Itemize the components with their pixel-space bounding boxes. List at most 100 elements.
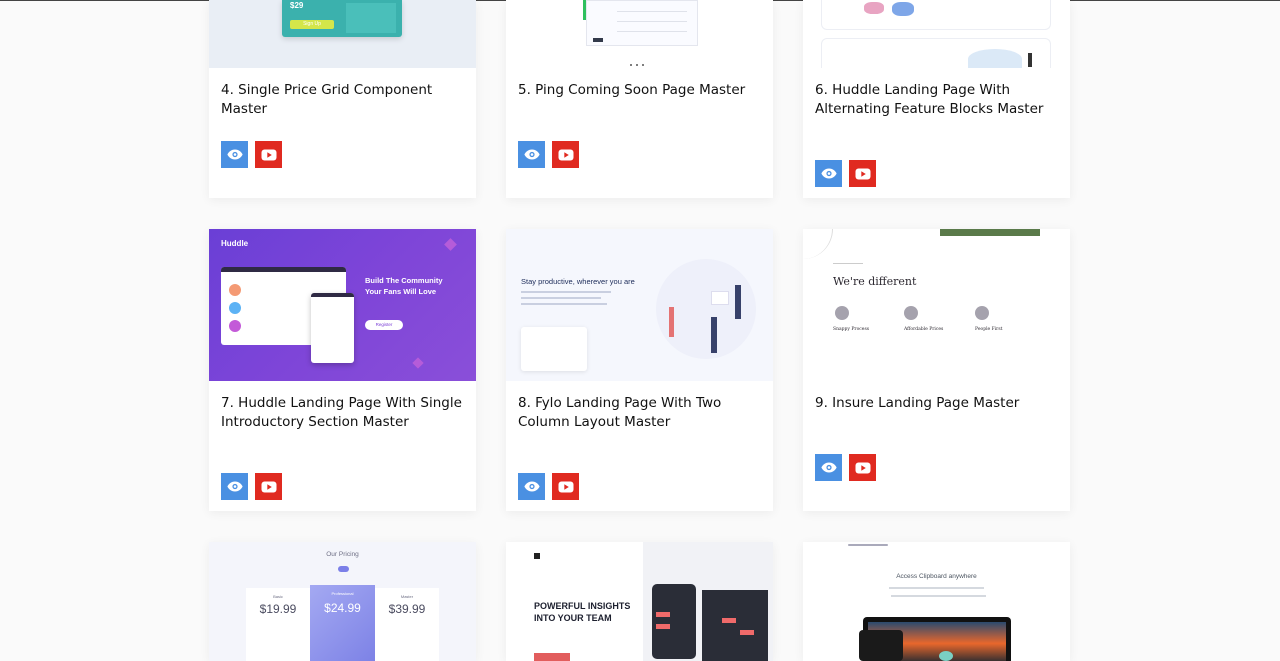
thumb-dashboard (586, 0, 698, 46)
card-actions (221, 473, 282, 500)
thumb-logo (534, 553, 540, 559)
thumb-price: $29 (290, 1, 304, 10)
thumb-headline: Build The Community Your Fans Will Love (365, 276, 443, 296)
thumb-pattern (803, 229, 833, 259)
eye-icon (523, 481, 540, 492)
eye-icon (226, 481, 243, 492)
project-thumbnail: Access Clipboard anywhere (803, 542, 1070, 661)
card-title: 9. Insure Landing Page Master (815, 395, 1020, 411)
thumb-icon (904, 306, 918, 320)
eye-icon (226, 149, 243, 160)
thumb-feature: People First (975, 327, 1003, 332)
project-thumbnail: Huddle Build The Community Your Fans Wil… (209, 229, 476, 381)
youtube-icon (558, 481, 573, 492)
view-live-button[interactable] (518, 141, 545, 168)
thumb-tablet (702, 590, 768, 661)
thumb-text-line (891, 595, 986, 597)
view-live-button[interactable] (221, 473, 248, 500)
project-thumbnail (506, 0, 773, 68)
project-card-11: POWERFUL INSIGHTS INTO YOUR TEAM (506, 542, 773, 661)
thumb-testimonial (521, 327, 587, 371)
project-card-8: Stay productive, wherever you are 8. Fyl… (506, 229, 773, 511)
thumb-mark (593, 38, 603, 42)
thumb-price-card: Professional $24.99 (310, 585, 375, 661)
thumb-diamond (412, 357, 424, 369)
thumb-window (311, 293, 354, 363)
thumb-phone (652, 584, 696, 659)
watch-video-button[interactable] (552, 473, 579, 500)
project-thumbnail: $29 Sign Up (209, 0, 476, 68)
eye-icon (820, 168, 837, 179)
thumb-headline: Access Clipboard anywhere (896, 573, 977, 580)
view-live-button[interactable] (221, 141, 248, 168)
project-thumbnail (803, 0, 1070, 68)
thumb-dots (630, 64, 650, 67)
thumb-logo (848, 544, 888, 546)
watch-video-button[interactable] (849, 160, 876, 187)
thumb-line (617, 31, 687, 32)
thumb-cta (534, 653, 570, 661)
thumb-toggle (338, 566, 349, 572)
thumb-cta: Sign Up (290, 20, 334, 29)
thumb-feature: Snappy Process (833, 327, 870, 332)
thumb-accent (583, 0, 586, 20)
card-actions (221, 141, 282, 168)
youtube-icon (558, 149, 573, 160)
thumb-heading: Our Pricing (326, 551, 359, 558)
card-actions (815, 454, 876, 481)
thumb-block (821, 0, 1051, 30)
thumb-price-card: Master $39.99 (375, 588, 439, 661)
thumb-diamond (444, 238, 457, 251)
thumb-tablet (859, 630, 903, 661)
eye-icon (523, 149, 540, 160)
thumb-figure (1028, 53, 1032, 67)
thumb-feature: Affordable Prices (904, 327, 944, 332)
thumb-person (735, 285, 741, 319)
view-live-button[interactable] (815, 160, 842, 187)
thumb-check (939, 651, 953, 661)
card-title: 6. Huddle Landing Page With Alternating … (815, 82, 1044, 117)
project-thumbnail: Stay productive, wherever you are (506, 229, 773, 381)
watch-video-button[interactable] (849, 454, 876, 481)
watch-video-button[interactable] (552, 141, 579, 168)
thumb-person (711, 317, 717, 353)
thumb-divider (833, 263, 863, 264)
thumb-line (617, 21, 687, 22)
youtube-icon (855, 462, 870, 473)
card-actions (815, 160, 876, 187)
project-card-4: $29 Sign Up 4. Single Price Grid Compone… (209, 0, 476, 198)
eye-icon (820, 462, 837, 473)
thumb-text-lines (521, 291, 611, 315)
thumb-headline: POWERFUL INSIGHTS INTO YOUR TEAM (534, 601, 631, 623)
project-card-9: We're different Snappy Process Affordabl… (803, 229, 1070, 511)
youtube-icon (855, 168, 870, 179)
thumb-illustration (864, 2, 884, 14)
thumb-illustration (968, 49, 1022, 68)
thumb-illustration (892, 2, 914, 16)
thumb-board (711, 291, 729, 305)
project-thumbnail: Our Pricing Basic $19.99 Professional $2… (209, 542, 476, 661)
thumb-icon (975, 306, 989, 320)
youtube-icon (261, 149, 276, 160)
thumb-cta: Register (365, 320, 403, 330)
thumb-text-line (889, 587, 984, 589)
view-live-button[interactable] (518, 473, 545, 500)
project-card-10: Our Pricing Basic $19.99 Professional $2… (209, 542, 476, 661)
card-actions (518, 141, 579, 168)
card-title: 7. Huddle Landing Page With Single Intro… (221, 395, 462, 430)
view-live-button[interactable] (815, 454, 842, 481)
card-title: 5. Ping Coming Soon Page Master (518, 82, 746, 98)
thumb-panel-right (346, 3, 396, 33)
thumb-photo (940, 229, 1040, 236)
project-card-5: 5. Ping Coming Soon Page Master (506, 0, 773, 198)
card-actions (518, 473, 579, 500)
project-card-7: Huddle Build The Community Your Fans Wil… (209, 229, 476, 511)
card-title: 4. Single Price Grid Component Master (221, 82, 433, 117)
thumb-person (669, 307, 674, 337)
watch-video-button[interactable] (255, 141, 282, 168)
watch-video-button[interactable] (255, 473, 282, 500)
thumb-headline: We're different (833, 275, 917, 288)
project-thumbnail: We're different Snappy Process Affordabl… (803, 229, 1070, 381)
thumb-price-panel: $29 Sign Up (282, 0, 402, 37)
project-thumbnail: POWERFUL INSIGHTS INTO YOUR TEAM (506, 542, 773, 661)
